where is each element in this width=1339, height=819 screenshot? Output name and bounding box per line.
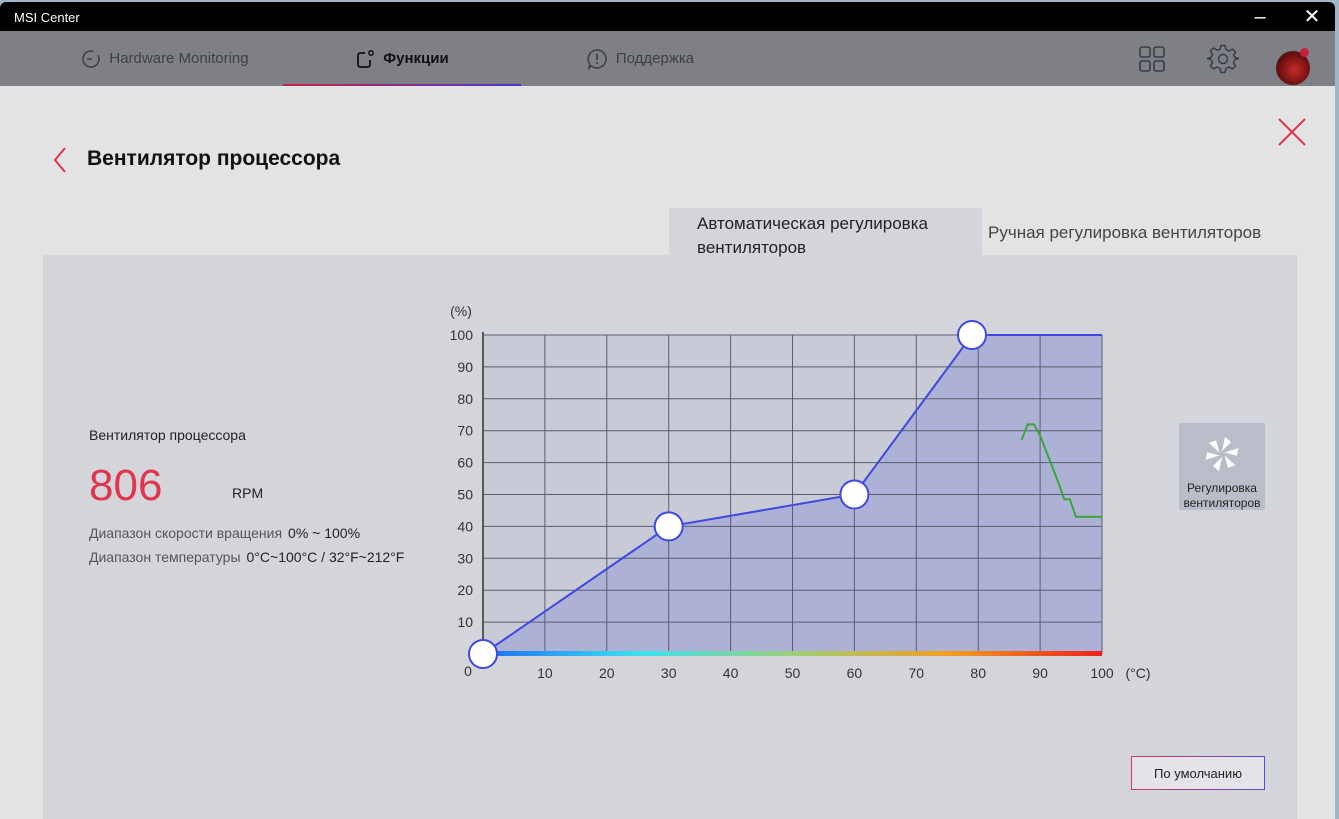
x-tick-label: 80 bbox=[970, 665, 986, 681]
y-tick-label: 80 bbox=[457, 391, 473, 407]
x-tick-label: 60 bbox=[847, 665, 863, 681]
default-button[interactable]: По умолчанию bbox=[1131, 756, 1265, 790]
curve-point-handle[interactable] bbox=[957, 320, 988, 350]
y-tick-label: 20 bbox=[457, 582, 473, 598]
y-tick-label: 70 bbox=[457, 423, 473, 439]
fan-control-button[interactable]: Регулировка вентиляторов bbox=[1179, 423, 1265, 510]
y-tick-label: 40 bbox=[457, 518, 473, 534]
curve-point-handle[interactable] bbox=[839, 479, 870, 510]
x-tick-label: 10 bbox=[537, 665, 553, 681]
msi-center-window: MSI Center – ✕ Hardware Monitoring Функц… bbox=[0, 2, 1335, 819]
y-tick-label: 90 bbox=[457, 359, 473, 375]
fan-control-label: Регулировка вентиляторов bbox=[1183, 481, 1261, 510]
y-tick-label: 50 bbox=[457, 487, 473, 503]
origin-label: 0 bbox=[464, 663, 472, 679]
temperature-gradient-bar bbox=[483, 651, 1102, 656]
y-tick-label: 30 bbox=[457, 550, 473, 566]
y-tick-label: 60 bbox=[457, 455, 473, 471]
x-tick-label: 50 bbox=[785, 665, 801, 681]
x-tick-label: 30 bbox=[661, 665, 677, 681]
fan-curve-chart[interactable]: 10 20 30 40 50 60 70 80 90 100 10 20 30 40 50 60 70 80 90 1… bbox=[0, 2, 1335, 819]
curve-point-handle[interactable] bbox=[468, 639, 498, 669]
x-tick-label: 20 bbox=[599, 665, 615, 681]
x-axis-label: (°C) bbox=[1125, 665, 1150, 681]
y-axis-label: (%) bbox=[450, 303, 472, 319]
y-tick-label: 100 bbox=[450, 327, 474, 343]
fan-icon bbox=[1202, 437, 1242, 471]
curve-point-handle[interactable] bbox=[653, 511, 684, 542]
x-tick-label: 90 bbox=[1032, 665, 1048, 681]
x-tick-label: 40 bbox=[723, 665, 739, 681]
x-tick-label: 70 bbox=[909, 665, 925, 681]
y-tick-label: 10 bbox=[457, 614, 473, 630]
x-tick-label: 100 bbox=[1090, 665, 1114, 681]
